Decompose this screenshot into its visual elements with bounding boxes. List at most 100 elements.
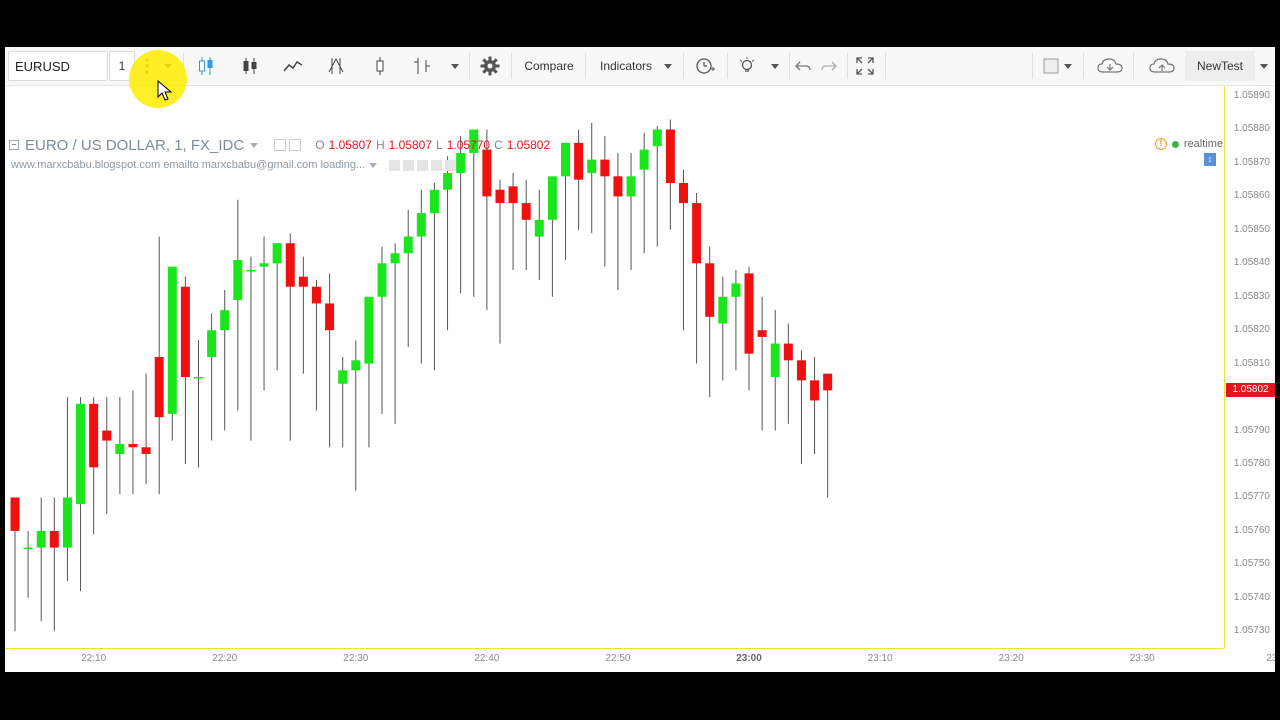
chart-pane[interactable]: EURO / US DOLLAR, 1, FX_IDC O 1.05807 H … bbox=[5, 86, 1275, 672]
candle-up[interactable] bbox=[547, 176, 557, 220]
candle-up[interactable] bbox=[233, 259, 243, 301]
settings-icon[interactable] bbox=[403, 159, 415, 171]
candle-up[interactable] bbox=[416, 213, 426, 237]
redo-icon[interactable] bbox=[817, 51, 841, 81]
candle-up[interactable] bbox=[351, 360, 361, 371]
candle-down[interactable] bbox=[796, 360, 806, 381]
study-text[interactable]: www.marxcbabu.blogspot.com emailto marxc… bbox=[11, 159, 365, 171]
candle-down[interactable] bbox=[757, 330, 767, 337]
candle-up[interactable] bbox=[652, 129, 662, 147]
candle-down[interactable] bbox=[298, 276, 308, 287]
drawing-dropdown-caret[interactable] bbox=[1059, 51, 1077, 81]
candle-down[interactable] bbox=[508, 186, 518, 204]
candle-up[interactable] bbox=[115, 443, 125, 454]
candle-down[interactable] bbox=[810, 380, 820, 401]
fullscreen-icon[interactable] bbox=[851, 51, 879, 81]
cloud-download-icon[interactable] bbox=[1093, 51, 1127, 81]
undo-icon[interactable] bbox=[791, 51, 815, 81]
candle-up[interactable] bbox=[377, 263, 387, 297]
chevron-down-icon[interactable] bbox=[250, 142, 259, 148]
candle-down[interactable] bbox=[744, 273, 754, 354]
candle-up[interactable] bbox=[731, 283, 741, 297]
compare-button[interactable]: Compare bbox=[517, 51, 581, 81]
close-icon[interactable] bbox=[445, 159, 457, 171]
candle-down[interactable] bbox=[678, 183, 688, 204]
candle-up[interactable] bbox=[364, 296, 374, 364]
line-icon[interactable] bbox=[280, 51, 306, 81]
candle-down[interactable] bbox=[665, 129, 675, 184]
candle-up[interactable] bbox=[456, 152, 466, 173]
candle-up[interactable] bbox=[534, 219, 544, 237]
candle-down[interactable] bbox=[325, 303, 335, 331]
ideas-dropdown-caret[interactable] bbox=[765, 51, 785, 81]
candle-down[interactable] bbox=[10, 497, 20, 531]
time-axis[interactable]: 22:10 22:20 22:30 22:40 22:50 23:00 23:10 23:20… bbox=[5, 648, 1275, 672]
bars-icon[interactable] bbox=[237, 51, 263, 81]
candle-down[interactable] bbox=[128, 443, 138, 448]
candle-down[interactable] bbox=[141, 447, 151, 454]
alert-icon[interactable] bbox=[691, 51, 719, 81]
indicators-dropdown-caret[interactable] bbox=[658, 51, 678, 81]
candle-down[interactable] bbox=[613, 176, 623, 197]
layout-dropdown-caret[interactable] bbox=[1255, 51, 1273, 81]
candle-down[interactable] bbox=[285, 243, 295, 287]
visibility-icon[interactable] bbox=[274, 139, 287, 151]
candle-up[interactable] bbox=[403, 236, 413, 254]
candle-up[interactable] bbox=[718, 296, 728, 324]
candle-down[interactable] bbox=[692, 203, 702, 264]
settings-icon[interactable] bbox=[289, 139, 302, 151]
candle-down[interactable] bbox=[783, 343, 793, 361]
candle-down[interactable] bbox=[89, 403, 99, 468]
candle-up[interactable] bbox=[272, 243, 282, 264]
candle-up[interactable] bbox=[62, 497, 72, 548]
candle-down[interactable] bbox=[311, 286, 321, 304]
candle-down[interactable] bbox=[823, 373, 833, 391]
candle-up[interactable] bbox=[443, 172, 453, 190]
candle-up[interactable] bbox=[639, 149, 649, 170]
candle-up[interactable] bbox=[76, 403, 86, 505]
hollow-candle-icon[interactable] bbox=[367, 51, 393, 81]
idea-icon[interactable] bbox=[733, 51, 761, 81]
candle-down[interactable] bbox=[495, 189, 505, 204]
candle-down[interactable] bbox=[102, 430, 112, 441]
candle-up[interactable] bbox=[587, 159, 597, 173]
add-icon[interactable] bbox=[431, 159, 443, 171]
candle-up[interactable] bbox=[220, 310, 230, 331]
layout-name-button[interactable]: NewTest bbox=[1185, 51, 1255, 81]
candle-up[interactable] bbox=[167, 266, 177, 414]
symbol-search-input[interactable]: EURUSD bbox=[8, 51, 108, 81]
cloud-upload-icon[interactable] bbox=[1145, 51, 1179, 81]
candle-down[interactable] bbox=[154, 356, 164, 418]
candle-down[interactable] bbox=[574, 142, 584, 180]
area-icon[interactable] bbox=[323, 51, 349, 81]
heikin-icon[interactable] bbox=[409, 51, 435, 81]
candle-down[interactable] bbox=[482, 149, 492, 197]
candles-icon[interactable] bbox=[193, 51, 219, 81]
collapse-legend-icon[interactable] bbox=[9, 140, 19, 150]
candle-down[interactable] bbox=[49, 530, 59, 548]
candle-up[interactable] bbox=[246, 269, 256, 272]
candle-up[interactable] bbox=[770, 343, 780, 378]
candle-down[interactable] bbox=[180, 286, 190, 378]
candle-down[interactable] bbox=[600, 159, 610, 177]
candle-up[interactable] bbox=[207, 330, 217, 357]
candle-up[interactable] bbox=[194, 377, 204, 379]
source-icon[interactable] bbox=[417, 159, 429, 171]
candle-up[interactable] bbox=[36, 530, 46, 548]
info-icon[interactable]: ↕ bbox=[1204, 153, 1216, 166]
candle-down[interactable] bbox=[705, 263, 715, 317]
warning-icon[interactable]: ! bbox=[1154, 138, 1167, 150]
candle-up[interactable] bbox=[338, 370, 348, 384]
indicators-button[interactable]: Indicators bbox=[588, 51, 664, 81]
candle-up[interactable] bbox=[429, 189, 439, 214]
gear-icon[interactable] bbox=[477, 51, 503, 81]
candle-down[interactable] bbox=[521, 203, 531, 220]
series-title[interactable]: EURO / US DOLLAR, 1, FX_IDC bbox=[25, 137, 244, 154]
chart-type-dropdown-caret[interactable] bbox=[445, 51, 465, 81]
price-axis[interactable]: 1.05890 1.05880 1.05870 1.05860 1.05850 1.058… bbox=[1224, 86, 1275, 648]
candle-up[interactable] bbox=[390, 253, 400, 264]
chevron-down-icon[interactable] bbox=[369, 162, 378, 168]
candle-up[interactable] bbox=[561, 142, 571, 177]
candle-up[interactable] bbox=[259, 263, 269, 267]
visibility-icon[interactable] bbox=[389, 159, 401, 171]
